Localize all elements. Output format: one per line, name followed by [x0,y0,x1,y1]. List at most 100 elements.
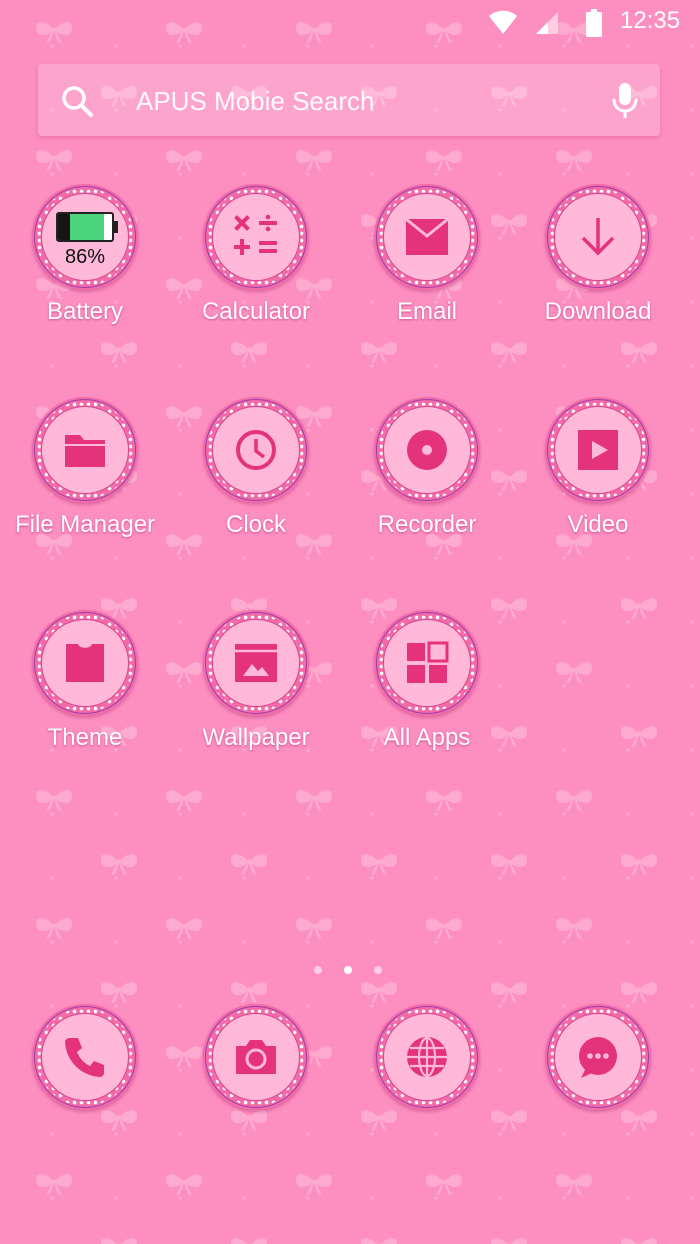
camera-icon [236,1040,276,1074]
dock-messages[interactable] [513,1004,683,1174]
app-label: Email [396,298,457,325]
icon-face [212,193,300,281]
icon-ring [203,610,309,716]
app-file-manager[interactable]: File Manager [0,397,170,567]
app-label: Video [567,511,629,538]
bow-decoration [296,1174,332,1195]
bow-decoration [426,150,462,171]
clock-icon [236,430,276,470]
phone-icon [65,1038,104,1077]
page-indicator [314,964,390,976]
app-video[interactable]: Video [513,397,683,567]
bow-decoration [231,982,267,1003]
app-label: Calculator [201,298,311,325]
folder-icon [65,435,105,467]
bow-decoration [426,918,462,939]
bow-decoration [426,1174,462,1195]
app-theme[interactable]: Theme [0,610,170,780]
icon-face: 86% [41,193,129,281]
icon-ring: 86% [32,184,138,290]
bow-decoration [361,1238,397,1244]
icon-ring [203,1004,309,1110]
bow-decoration [556,662,592,683]
bow-decoration [166,790,202,811]
recorder-icon [407,430,447,470]
icon-face [383,619,471,707]
icon-ring [374,610,480,716]
dock-phone[interactable] [0,1004,170,1174]
page-dot [374,966,382,974]
app-recorder[interactable]: Recorder [342,397,512,567]
icon-ring [545,184,651,290]
icon-face [41,619,129,707]
status-bar: 12:35 [0,0,700,48]
icon-face [41,406,129,494]
bow-decoration [36,790,72,811]
bow-decoration [491,1238,527,1244]
page-dot-active [344,966,352,974]
app-download[interactable]: Download [513,184,683,354]
bow-decoration [36,918,72,939]
bow-decoration [621,982,657,1003]
icon-ring [374,397,480,503]
page-dot [314,966,322,974]
icon-ring [32,610,138,716]
grid-apps-icon [407,641,449,683]
search-input[interactable]: APUS Mobie Search [136,86,374,117]
icon-face [41,1013,129,1101]
app-calculator[interactable]: Calculator [171,184,341,354]
search-icon[interactable] [60,84,94,118]
bow-decoration [36,1174,72,1195]
email-icon [405,217,449,255]
icon-ring [545,397,651,503]
app-wallpaper[interactable]: Wallpaper [171,610,341,780]
icon-ring [545,1004,651,1110]
bow-decoration [556,1174,592,1195]
bow-decoration [556,918,592,939]
icon-ring [203,184,309,290]
theme-shirt-icon [66,644,104,682]
globe-icon [407,1036,447,1078]
bow-decoration [621,1238,657,1244]
bow-decoration [491,854,527,875]
bow-decoration [296,150,332,171]
bow-decoration [101,982,137,1003]
icon-ring [32,397,138,503]
app-all-apps[interactable]: All Apps [342,610,512,780]
microphone-icon[interactable] [608,81,642,121]
bow-decoration [556,790,592,811]
calculator-icon [234,214,277,255]
app-clock[interactable]: Clock [171,397,341,567]
app-label: Theme [47,724,123,751]
bow-decoration [361,982,397,1003]
bow-decoration [101,854,137,875]
battery-level-icon [56,212,114,242]
icon-face [212,619,300,707]
bow-decoration [426,790,462,811]
icon-face [383,406,471,494]
bow-decoration [101,1238,137,1244]
bow-decoration [166,918,202,939]
bow-decoration [166,150,202,171]
icon-ring [203,397,309,503]
bow-decoration [556,150,592,171]
app-label: Wallpaper [202,724,310,751]
app-battery[interactable]: 86% Battery [0,184,170,354]
wallpaper-icon [235,644,277,682]
app-email[interactable]: Email [342,184,512,354]
cell-signal-icon [536,12,558,34]
icon-ring [374,1004,480,1110]
icon-face [554,193,642,281]
icon-ring [374,184,480,290]
app-label: Download [544,298,652,325]
icon-ring [32,1004,138,1110]
search-bar[interactable]: APUS Mobie Search [38,64,660,136]
dock-browser[interactable] [342,1004,512,1174]
bow-decoration [296,918,332,939]
icon-face [554,1013,642,1101]
battery-status-icon [586,9,602,37]
bow-decoration [491,982,527,1003]
battery-fill [58,214,105,240]
dock-camera[interactable] [171,1004,341,1174]
bow-decoration [36,150,72,171]
